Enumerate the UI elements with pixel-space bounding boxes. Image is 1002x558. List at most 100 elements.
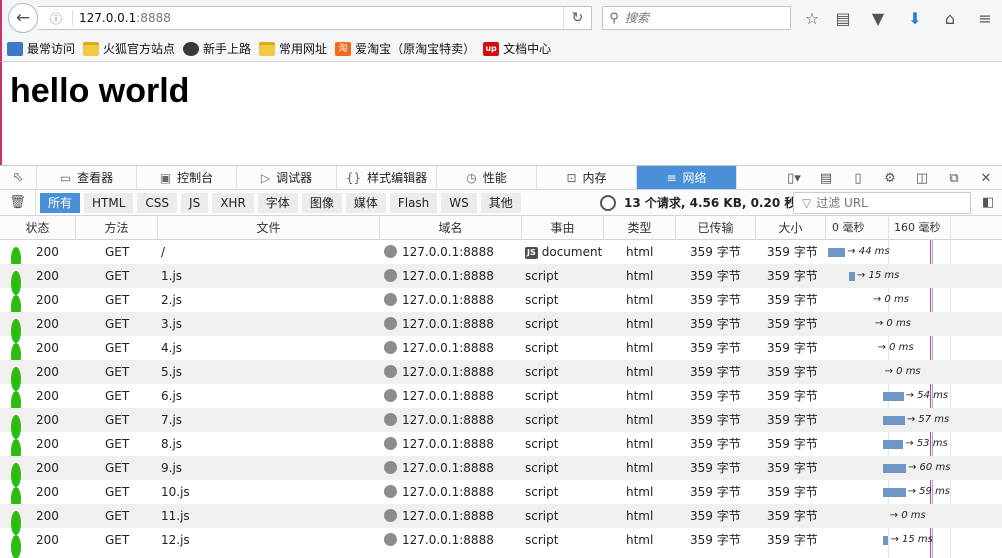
table-row[interactable]: 200 GET 3.js 127.0.0.1:8888 script html 359 字节… [0,312,1002,343]
responsive-mode-icon[interactable]: ▯ [842,171,874,186]
column-status[interactable]: 状态 [0,216,76,240]
column-domain[interactable]: 域名 [380,216,522,240]
cell-domain: 127.0.0.1:8888 [384,408,494,432]
table-row[interactable]: 200 GET 4.js 127.0.0.1:8888 script html 359 字节… [0,336,1002,367]
filter-button[interactable]: Flash [389,192,438,213]
cell-size: 359 字节 [767,509,818,523]
tab-debugger[interactable]: ▷ 调试器 [237,166,337,189]
toggle-sidebar-icon[interactable]: ◧ [982,195,994,210]
close-devtools-icon[interactable]: ✕ [970,171,1002,186]
cell-transferred: 359 字节 [690,485,741,499]
table-row[interactable]: 200 GET 11.js 127.0.0.1:8888 script html 359 字… [0,504,1002,535]
filter-button[interactable]: 图像 [301,192,342,213]
globe-icon [384,389,397,402]
domain-text: 127.0.0.1:8888 [402,533,494,547]
home-icon[interactable]: ⌂ [939,7,961,29]
library-icon[interactable]: ▤ [832,7,854,29]
menu-icon[interactable]: ≡ [974,7,996,29]
bookmark-getting-started[interactable]: 新手上路 [183,40,251,57]
table-row[interactable]: 200 GET / 127.0.0.1:8888 JS document html 359 字… [0,240,1002,271]
waterfall-bar [849,272,855,281]
table-row[interactable]: 200 GET 7.js 127.0.0.1:8888 script html 359 字节… [0,408,1002,439]
bookmark-label: 文档中心 [503,42,552,56]
cell-file: 9.js [161,461,183,475]
filter-button[interactable]: 字体 [257,192,298,213]
dock-side-icon[interactable]: ◫ [906,171,938,186]
column-method[interactable]: 方法 [76,216,158,240]
table-row[interactable]: 200 GET 10.js 127.0.0.1:8888 script html 359 字… [0,480,1002,511]
filter-button[interactable]: WS [441,192,477,213]
url-filter-box[interactable]: ▽ [793,192,971,214]
globe-icon [384,437,397,450]
column-cause[interactable]: 事由 [522,216,604,240]
performance-icon: ◷ [466,170,477,185]
tab-memory[interactable]: ⊡ 内存 [537,166,637,189]
bookmark-aitaobao[interactable]: 淘爱淘宝（原淘宝特卖） [335,40,475,57]
back-arrow-icon[interactable]: ← [8,3,38,33]
reload-icon[interactable]: ↻ [563,7,591,29]
table-row[interactable]: 200 GET 9.js 127.0.0.1:8888 script html 359 字节… [0,456,1002,487]
table-row[interactable]: 200 GET 12.js 127.0.0.1:8888 script html 359 字… [0,528,1002,558]
filter-button[interactable]: 其他 [480,192,521,213]
cell-cause-wrap: JS document [525,240,602,264]
bookmark-star-icon[interactable]: ☆ [801,7,823,29]
element-picker-icon[interactable]: ⬁ [0,166,37,189]
column-size[interactable]: 大小 [756,216,826,240]
cell-domain: 127.0.0.1:8888 [384,264,494,288]
download-icon[interactable]: ⬇ [904,7,926,29]
table-row[interactable]: 200 GET 5.js 127.0.0.1:8888 script html 359 字节… [0,360,1002,391]
tab-network[interactable]: ≡ 网络 [637,166,737,189]
filter-button[interactable]: 媒体 [345,192,386,213]
tab-performance[interactable]: ◷ 性能 [437,166,537,189]
tab-inspector[interactable]: ▭ 查看器 [37,166,137,189]
waterfall-timing: → 15 ms [856,270,900,281]
cell-size: 359 字节 [767,269,818,283]
cell-status: 200 [36,317,59,331]
url-filter-input[interactable] [816,196,967,210]
frame-picker-icon[interactable]: ▯▾ [778,171,810,186]
bookmark-label: 火狐官方站点 [103,42,176,56]
cell-method: GET [105,461,130,475]
filter-button[interactable]: HTML [84,192,134,213]
settings-gear-icon[interactable]: ⚙ [874,171,906,186]
column-transferred[interactable]: 已传输 [676,216,756,240]
cell-type: html [626,317,654,331]
search-input[interactable] [625,11,785,25]
cell-type: html [626,437,654,451]
filter-button[interactable]: CSS [137,192,178,213]
waterfall-timing: → 0 ms [874,318,911,329]
tab-console[interactable]: ▣ 控制台 [137,166,237,189]
cell-status: 200 [36,485,59,499]
bookmark-doc-center[interactable]: up 文档中心 [483,40,551,57]
bookmark-most-visited[interactable]: 最常访问 [7,40,75,57]
url-text[interactable]: 127.0.0.1:8888 [79,11,563,25]
separate-window-icon[interactable]: ⧉ [938,171,970,186]
cell-transferred: 359 字节 [690,341,741,355]
clear-trash-icon[interactable]: 🗑 [0,189,36,216]
cell-type: html [626,245,654,259]
performance-analysis-icon[interactable] [600,194,616,211]
cell-status: 200 [36,509,59,523]
cell-status: 200 [36,461,59,475]
tab-label: 控制台 [177,171,214,185]
url-host: 127.0.0.1 [79,11,137,25]
pocket-icon[interactable]: ▼ [867,7,889,29]
table-row[interactable]: 200 GET 8.js 127.0.0.1:8888 script html 359 字节… [0,432,1002,463]
column-type[interactable]: 类型 [604,216,676,240]
tab-style-editor[interactable]: {} 样式编辑器 [337,166,437,189]
filter-button[interactable]: 所有 [40,192,81,213]
column-file[interactable]: 文件 [158,216,380,240]
filter-button[interactable]: JS [181,192,209,213]
bookmark-common-sites[interactable]: 常用网址 [259,40,327,57]
table-row[interactable]: 200 GET 6.js 127.0.0.1:8888 script html 359 字节… [0,384,1002,415]
bookmark-firefox-official[interactable]: 火狐官方站点 [83,40,175,57]
cell-domain: 127.0.0.1:8888 [384,504,494,528]
search-bar[interactable]: ⚲ [602,6,791,30]
table-row[interactable]: 200 GET 1.js 127.0.0.1:8888 script html 359 字节… [0,264,1002,295]
info-icon[interactable]: ⓘ [46,10,66,27]
waterfall-bar [882,416,905,425]
split-console-icon[interactable]: ▤ [810,171,842,186]
table-row[interactable]: 200 GET 2.js 127.0.0.1:8888 script html 359 字节… [0,288,1002,319]
url-bar[interactable]: ⓘ 127.0.0.1:8888 ↻ [38,6,592,30]
filter-button[interactable]: XHR [212,192,254,213]
